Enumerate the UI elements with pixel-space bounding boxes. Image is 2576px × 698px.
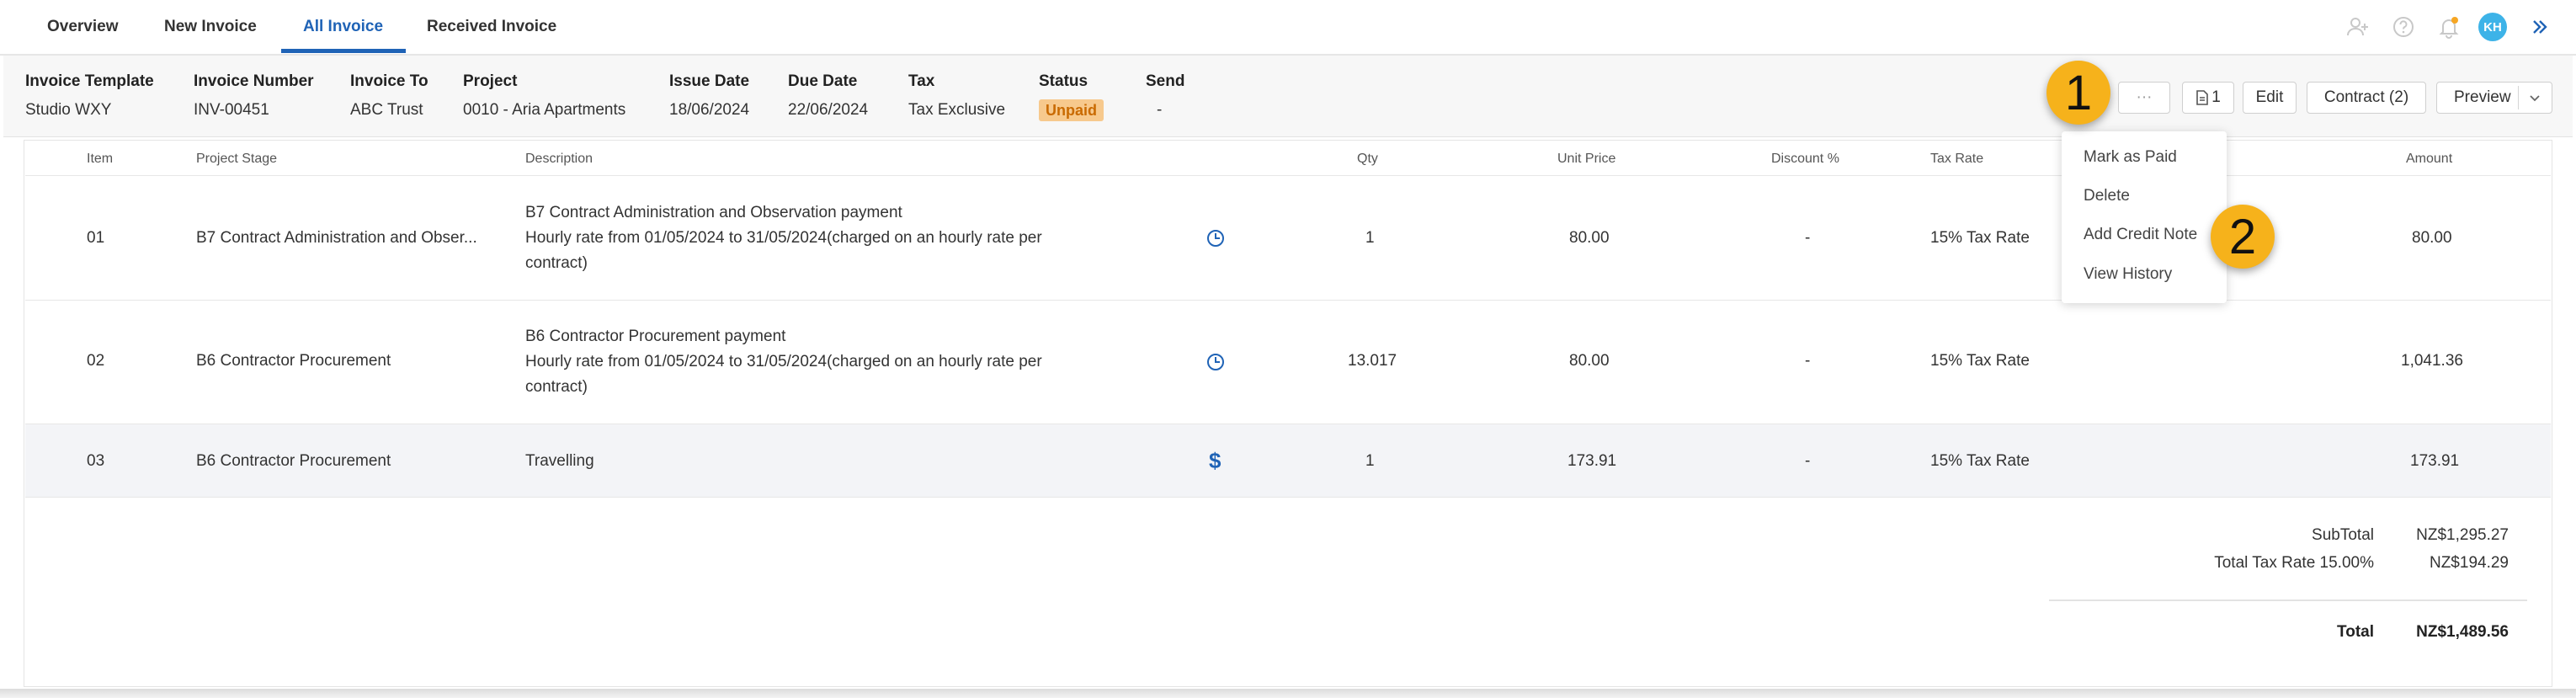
callout-marker-2: 2 xyxy=(2211,205,2275,269)
contract-button[interactable]: Contract (2) xyxy=(2307,82,2426,114)
row-qty: 1 xyxy=(1365,229,1375,247)
due-date-value: 22/06/2024 xyxy=(788,101,869,119)
callout-marker-1: 1 xyxy=(2046,61,2110,125)
row-amount: 173.91 xyxy=(2410,452,2460,470)
invoice-template-label: Invoice Template xyxy=(25,72,154,90)
menu-item-mark-as-paid[interactable]: Mark as Paid xyxy=(2084,148,2177,167)
document-icon xyxy=(2195,90,2209,105)
tab-overview[interactable]: Overview xyxy=(47,0,119,54)
send-label: Send xyxy=(1146,72,1185,90)
column-header-tax-rate: Tax Rate xyxy=(1930,152,1984,166)
active-tab-indicator xyxy=(281,49,406,53)
grand-total-value: NZ$1,489.56 xyxy=(2416,623,2509,641)
project-label: Project xyxy=(463,72,518,90)
tax-label: Tax xyxy=(908,72,935,90)
add-user-icon[interactable] xyxy=(2344,13,2372,41)
column-header-discount: Discount % xyxy=(1771,152,1839,166)
issue-date-value: 18/06/2024 xyxy=(669,101,750,119)
row-project-stage: B6 Contractor Procurement xyxy=(196,352,391,370)
button-divider xyxy=(2518,86,2519,109)
row-unit-price: 173.91 xyxy=(1567,452,1617,470)
totals-divider xyxy=(2049,599,2527,601)
column-header-project-stage: Project Stage xyxy=(196,152,278,166)
tab-new-invoice[interactable]: New Invoice xyxy=(164,0,257,54)
row-description: B7 Contract Administration and Observati… xyxy=(525,204,1042,272)
top-tab-bar: Overview New Invoice All Invoice Receive… xyxy=(0,0,2576,56)
row-item-number: 01 xyxy=(87,229,105,247)
column-header-item: Item xyxy=(87,152,114,166)
row-description: Travelling xyxy=(525,452,594,470)
row-tax-rate: 15% Tax Rate xyxy=(1930,452,2030,470)
row-amount: 1,041.36 xyxy=(2401,352,2463,370)
row-qty: 1 xyxy=(1365,452,1375,470)
row-item-number: 03 xyxy=(87,452,105,470)
menu-item-delete[interactable]: Delete xyxy=(2084,187,2130,205)
invoice-number-label: Invoice Number xyxy=(194,72,314,90)
avatar[interactable]: KH xyxy=(2478,13,2507,41)
subtotal-value: NZ$1,295.27 xyxy=(2416,526,2509,544)
preview-label: Preview xyxy=(2454,88,2511,106)
invoice-to-label: Invoice To xyxy=(350,72,428,90)
grand-total-label: Total xyxy=(2337,623,2374,641)
tax-value: Tax Exclusive xyxy=(908,101,1006,119)
row-project-stage: B6 Contractor Procurement xyxy=(196,452,391,470)
column-header-description: Description xyxy=(525,152,593,166)
chevron-double-right-icon[interactable] xyxy=(2525,13,2554,41)
subtotal-label: SubTotal xyxy=(2312,526,2374,544)
tab-received-invoice[interactable]: Received Invoice xyxy=(427,0,556,54)
dollar-icon[interactable]: $ xyxy=(1209,448,1221,474)
column-header-unit-price: Unit Price xyxy=(1557,152,1616,166)
menu-item-add-credit-note[interactable]: Add Credit Note xyxy=(2084,226,2197,244)
clock-icon[interactable] xyxy=(1206,229,1225,252)
status-label: Status xyxy=(1039,72,1088,90)
clock-icon[interactable] xyxy=(1206,353,1225,376)
attachments-count: 1 xyxy=(2211,88,2221,106)
invoice-template-value: Studio WXY xyxy=(25,101,112,119)
due-date-label: Due Date xyxy=(788,72,858,90)
more-options-menu: Mark as Paid Delete Add Credit Note View… xyxy=(2062,131,2227,303)
status-badge: Unpaid xyxy=(1039,99,1104,121)
menu-item-view-history[interactable]: View History xyxy=(2084,265,2172,284)
project-value: 0010 - Aria Apartments xyxy=(463,101,626,119)
row-qty: 13.017 xyxy=(1348,352,1397,370)
row-project-stage: B7 Contract Administration and Obser... xyxy=(196,229,477,247)
row-tax-rate: 15% Tax Rate xyxy=(1930,352,2030,370)
bell-icon[interactable] xyxy=(2435,13,2463,41)
row-unit-price: 80.00 xyxy=(1569,229,1610,247)
row-tax-rate: 15% Tax Rate xyxy=(1930,229,2030,247)
preview-button[interactable]: Preview xyxy=(2436,82,2552,114)
page-bottom-edge xyxy=(0,689,2576,698)
row-unit-price: 80.00 xyxy=(1569,352,1610,370)
row-amount: 80.00 xyxy=(2412,229,2452,247)
column-header-qty: Qty xyxy=(1357,152,1378,166)
row-item-number: 02 xyxy=(87,352,105,370)
more-options-button[interactable]: ··· xyxy=(2118,82,2170,114)
total-tax-value: NZ$194.29 xyxy=(2429,554,2509,572)
row-discount: - xyxy=(1805,352,1811,370)
chevron-down-icon[interactable] xyxy=(2528,91,2541,104)
table-row[interactable] xyxy=(25,424,2551,497)
column-header-amount: Amount xyxy=(2406,152,2453,166)
invoice-to-value: ABC Trust xyxy=(350,101,423,119)
help-icon[interactable] xyxy=(2389,13,2418,41)
row-discount: - xyxy=(1805,452,1811,470)
attachments-button[interactable]: 1 xyxy=(2182,82,2234,114)
total-tax-label: Total Tax Rate 15.00% xyxy=(2214,554,2374,572)
send-value: - xyxy=(1157,101,1163,119)
table-row[interactable] xyxy=(25,301,2551,424)
row-divider xyxy=(25,497,2551,498)
row-discount: - xyxy=(1805,229,1811,247)
row-description: B6 Contractor Procurement payment Hourly… xyxy=(525,328,1042,396)
invoice-number-value: INV-00451 xyxy=(194,101,269,119)
tab-all-invoice[interactable]: All Invoice xyxy=(303,0,383,54)
edit-button[interactable]: Edit xyxy=(2243,82,2297,114)
issue-date-label: Issue Date xyxy=(669,72,750,90)
